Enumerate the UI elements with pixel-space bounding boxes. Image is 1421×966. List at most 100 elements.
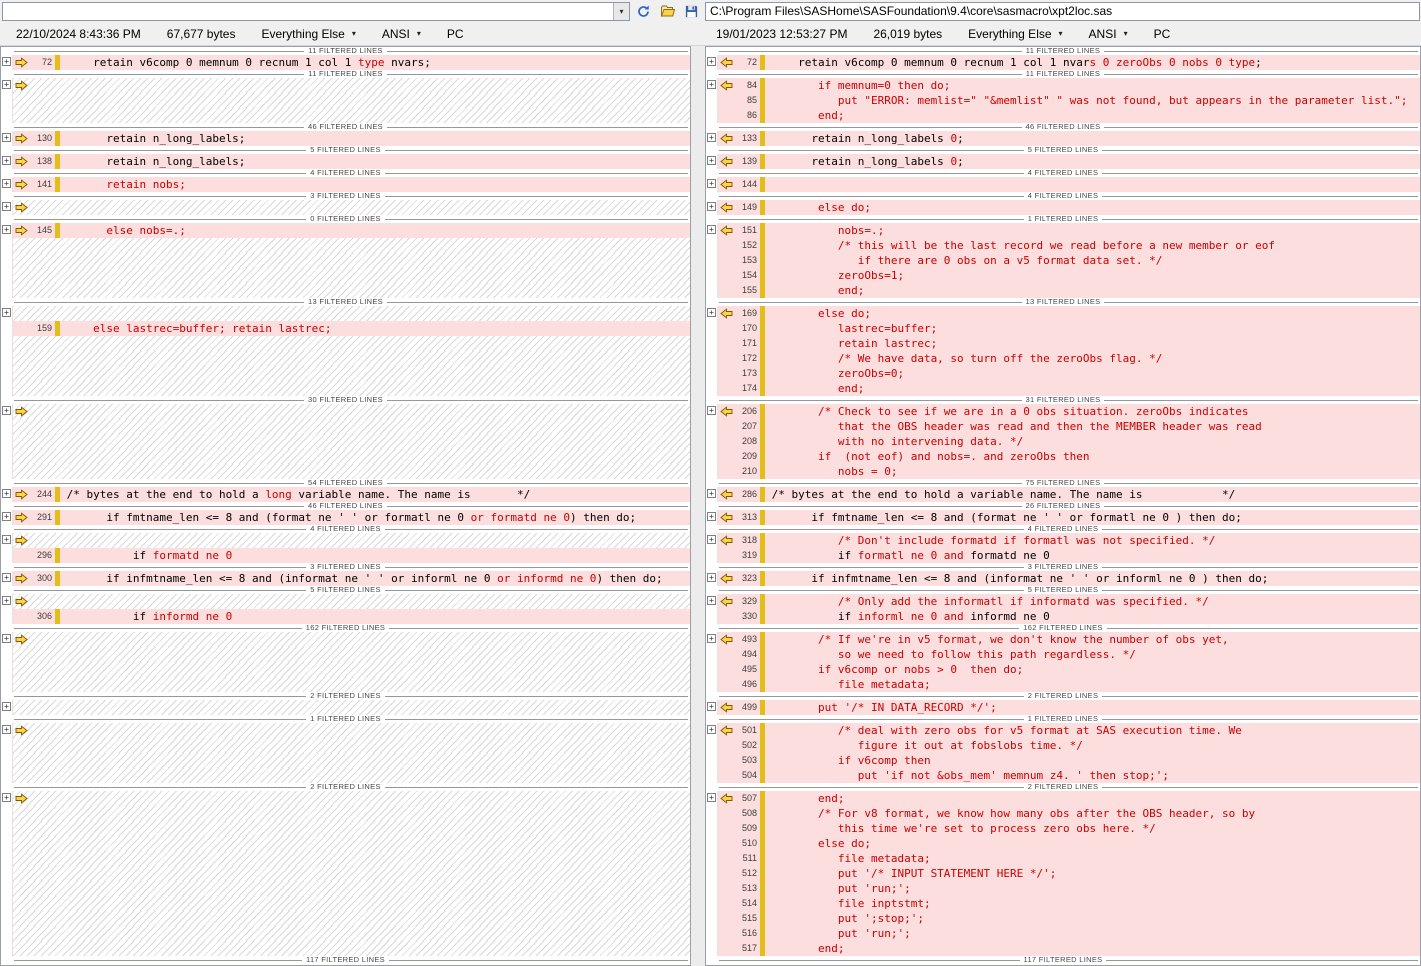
copy-to-right-arrow-icon[interactable] bbox=[15, 634, 28, 645]
copy-to-right-arrow-icon[interactable] bbox=[15, 512, 28, 523]
filtered-lines-label: 117 FILTERED LINES bbox=[1020, 956, 1107, 964]
expand-section-button[interactable]: + bbox=[2, 308, 11, 317]
copy-arrow-slot bbox=[718, 911, 734, 926]
right-code-pane[interactable]: 11 FILTERED LINES+72 retain v6comp 0 mem… bbox=[705, 46, 1421, 966]
copy-to-right-arrow-icon[interactable] bbox=[15, 406, 28, 417]
copy-to-left-arrow-icon[interactable] bbox=[720, 156, 733, 167]
copy-to-right-arrow-icon[interactable] bbox=[15, 489, 28, 500]
copy-to-right-arrow-icon[interactable] bbox=[15, 156, 28, 167]
expand-section-button[interactable]: + bbox=[707, 702, 716, 711]
copy-to-left-arrow-icon[interactable] bbox=[720, 793, 733, 804]
copy-to-left-arrow-icon[interactable] bbox=[720, 596, 733, 607]
left-diff-row bbox=[1, 108, 690, 123]
copy-to-right-arrow-icon[interactable] bbox=[15, 725, 28, 736]
expand-section-button[interactable]: + bbox=[2, 80, 11, 89]
expand-section-button[interactable]: + bbox=[707, 512, 716, 521]
expand-section-button[interactable]: + bbox=[2, 489, 11, 498]
copy-to-left-arrow-icon[interactable] bbox=[720, 512, 733, 523]
right-line-endings-dropdown[interactable]: PC bbox=[1154, 27, 1171, 41]
copy-arrow-slot bbox=[13, 723, 29, 738]
expand-section-button[interactable]: + bbox=[2, 179, 11, 188]
expand-section-button[interactable]: + bbox=[2, 225, 11, 234]
filtered-lines-separator: 30 FILTERED LINES bbox=[1, 396, 690, 404]
copy-to-left-arrow-icon[interactable] bbox=[720, 535, 733, 546]
expand-section-button[interactable]: + bbox=[707, 179, 716, 188]
copy-arrow-slot bbox=[13, 464, 29, 479]
copy-to-left-arrow-icon[interactable] bbox=[720, 406, 733, 417]
copy-to-right-arrow-icon[interactable] bbox=[15, 225, 28, 236]
left-line-endings-dropdown[interactable]: PC bbox=[447, 27, 464, 41]
gutter-margin bbox=[706, 926, 718, 941]
expand-section-button[interactable]: + bbox=[707, 133, 716, 142]
expand-section-button[interactable]: + bbox=[707, 225, 716, 234]
expand-section-button[interactable]: + bbox=[2, 634, 11, 643]
left-code-pane[interactable]: 11 FILTERED LINES+72 retain v6comp 0 mem… bbox=[0, 46, 691, 966]
expand-section-button[interactable]: + bbox=[2, 596, 11, 605]
line-number: 155 bbox=[734, 283, 760, 298]
expand-section-button[interactable]: + bbox=[707, 202, 716, 211]
copy-to-left-arrow-icon[interactable] bbox=[720, 725, 733, 736]
copy-to-left-arrow-icon[interactable] bbox=[720, 308, 733, 319]
expand-section-button[interactable]: + bbox=[2, 57, 11, 66]
expand-section-button[interactable]: + bbox=[707, 573, 716, 582]
expand-section-button[interactable]: + bbox=[707, 793, 716, 802]
expand-section-button[interactable]: + bbox=[2, 202, 11, 211]
copy-to-left-arrow-icon[interactable] bbox=[720, 133, 733, 144]
right-diff-row: +499 put '/* IN DATA_RECORD */'; bbox=[706, 700, 1420, 715]
expand-section-button[interactable]: + bbox=[2, 702, 11, 711]
copy-to-right-arrow-icon[interactable] bbox=[15, 573, 28, 584]
copy-to-left-arrow-icon[interactable] bbox=[720, 179, 733, 190]
copy-arrow-slot bbox=[13, 223, 29, 238]
copy-to-right-arrow-icon[interactable] bbox=[15, 179, 28, 190]
copy-to-right-arrow-icon[interactable] bbox=[15, 57, 28, 68]
copy-to-left-arrow-icon[interactable] bbox=[720, 225, 733, 236]
copy-to-left-arrow-icon[interactable] bbox=[720, 57, 733, 68]
copy-to-left-arrow-icon[interactable] bbox=[720, 80, 733, 91]
copy-arrow-slot bbox=[13, 548, 29, 563]
copy-to-right-arrow-icon[interactable] bbox=[15, 202, 28, 213]
refresh-button[interactable] bbox=[633, 1, 654, 21]
expand-section-button[interactable]: + bbox=[707, 596, 716, 605]
expand-section-button[interactable]: + bbox=[707, 489, 716, 498]
expand-section-button[interactable]: + bbox=[2, 512, 11, 521]
expand-section-button[interactable]: + bbox=[707, 634, 716, 643]
expand-section-button[interactable]: + bbox=[2, 793, 11, 802]
expand-section-button[interactable]: + bbox=[707, 535, 716, 544]
right-path-input[interactable] bbox=[705, 2, 1420, 21]
left-encoding-dropdown[interactable]: ANSI▾ bbox=[382, 27, 421, 41]
expand-section-button[interactable]: + bbox=[707, 57, 716, 66]
expand-section-button[interactable]: + bbox=[2, 573, 11, 582]
expand-section-button[interactable]: + bbox=[707, 308, 716, 317]
copy-to-right-arrow-icon[interactable] bbox=[15, 80, 28, 91]
expand-section-button[interactable]: + bbox=[2, 725, 11, 734]
save-button[interactable] bbox=[681, 1, 702, 21]
right-encoding-dropdown[interactable]: ANSI▾ bbox=[1089, 27, 1128, 41]
copy-to-left-arrow-icon[interactable] bbox=[720, 489, 733, 500]
browse-folder-button[interactable] bbox=[657, 1, 678, 21]
copy-to-left-arrow-icon[interactable] bbox=[720, 634, 733, 645]
expand-section-button[interactable]: + bbox=[707, 406, 716, 415]
expand-section-button[interactable]: + bbox=[707, 156, 716, 165]
right-format-dropdown[interactable]: Everything Else▾ bbox=[968, 27, 1062, 41]
left-path-input[interactable] bbox=[3, 3, 613, 20]
expand-section-button[interactable]: + bbox=[2, 156, 11, 165]
copy-to-right-arrow-icon[interactable] bbox=[15, 535, 28, 546]
left-format-dropdown[interactable]: Everything Else▾ bbox=[261, 27, 355, 41]
expand-section-button[interactable]: + bbox=[707, 80, 716, 89]
copy-to-left-arrow-icon[interactable] bbox=[720, 573, 733, 584]
copy-to-right-arrow-icon[interactable] bbox=[15, 596, 28, 607]
copy-to-right-arrow-icon[interactable] bbox=[15, 793, 28, 804]
expand-section-button[interactable]: + bbox=[2, 406, 11, 415]
copy-arrow-slot bbox=[718, 464, 734, 479]
gutter-margin: + bbox=[1, 571, 13, 586]
left-path-dropdown-button[interactable]: ▾ bbox=[613, 3, 629, 20]
copy-to-left-arrow-icon[interactable] bbox=[720, 702, 733, 713]
expand-section-button[interactable]: + bbox=[2, 535, 11, 544]
copy-to-right-arrow-icon[interactable] bbox=[15, 133, 28, 144]
line-number: 496 bbox=[734, 677, 760, 692]
expand-section-button[interactable]: + bbox=[707, 725, 716, 734]
code-row: 501 /* deal with zero obs for v5 format … bbox=[718, 723, 1420, 738]
copy-to-left-arrow-icon[interactable] bbox=[720, 202, 733, 213]
gutter-margin: + bbox=[1, 723, 13, 738]
expand-section-button[interactable]: + bbox=[2, 133, 11, 142]
